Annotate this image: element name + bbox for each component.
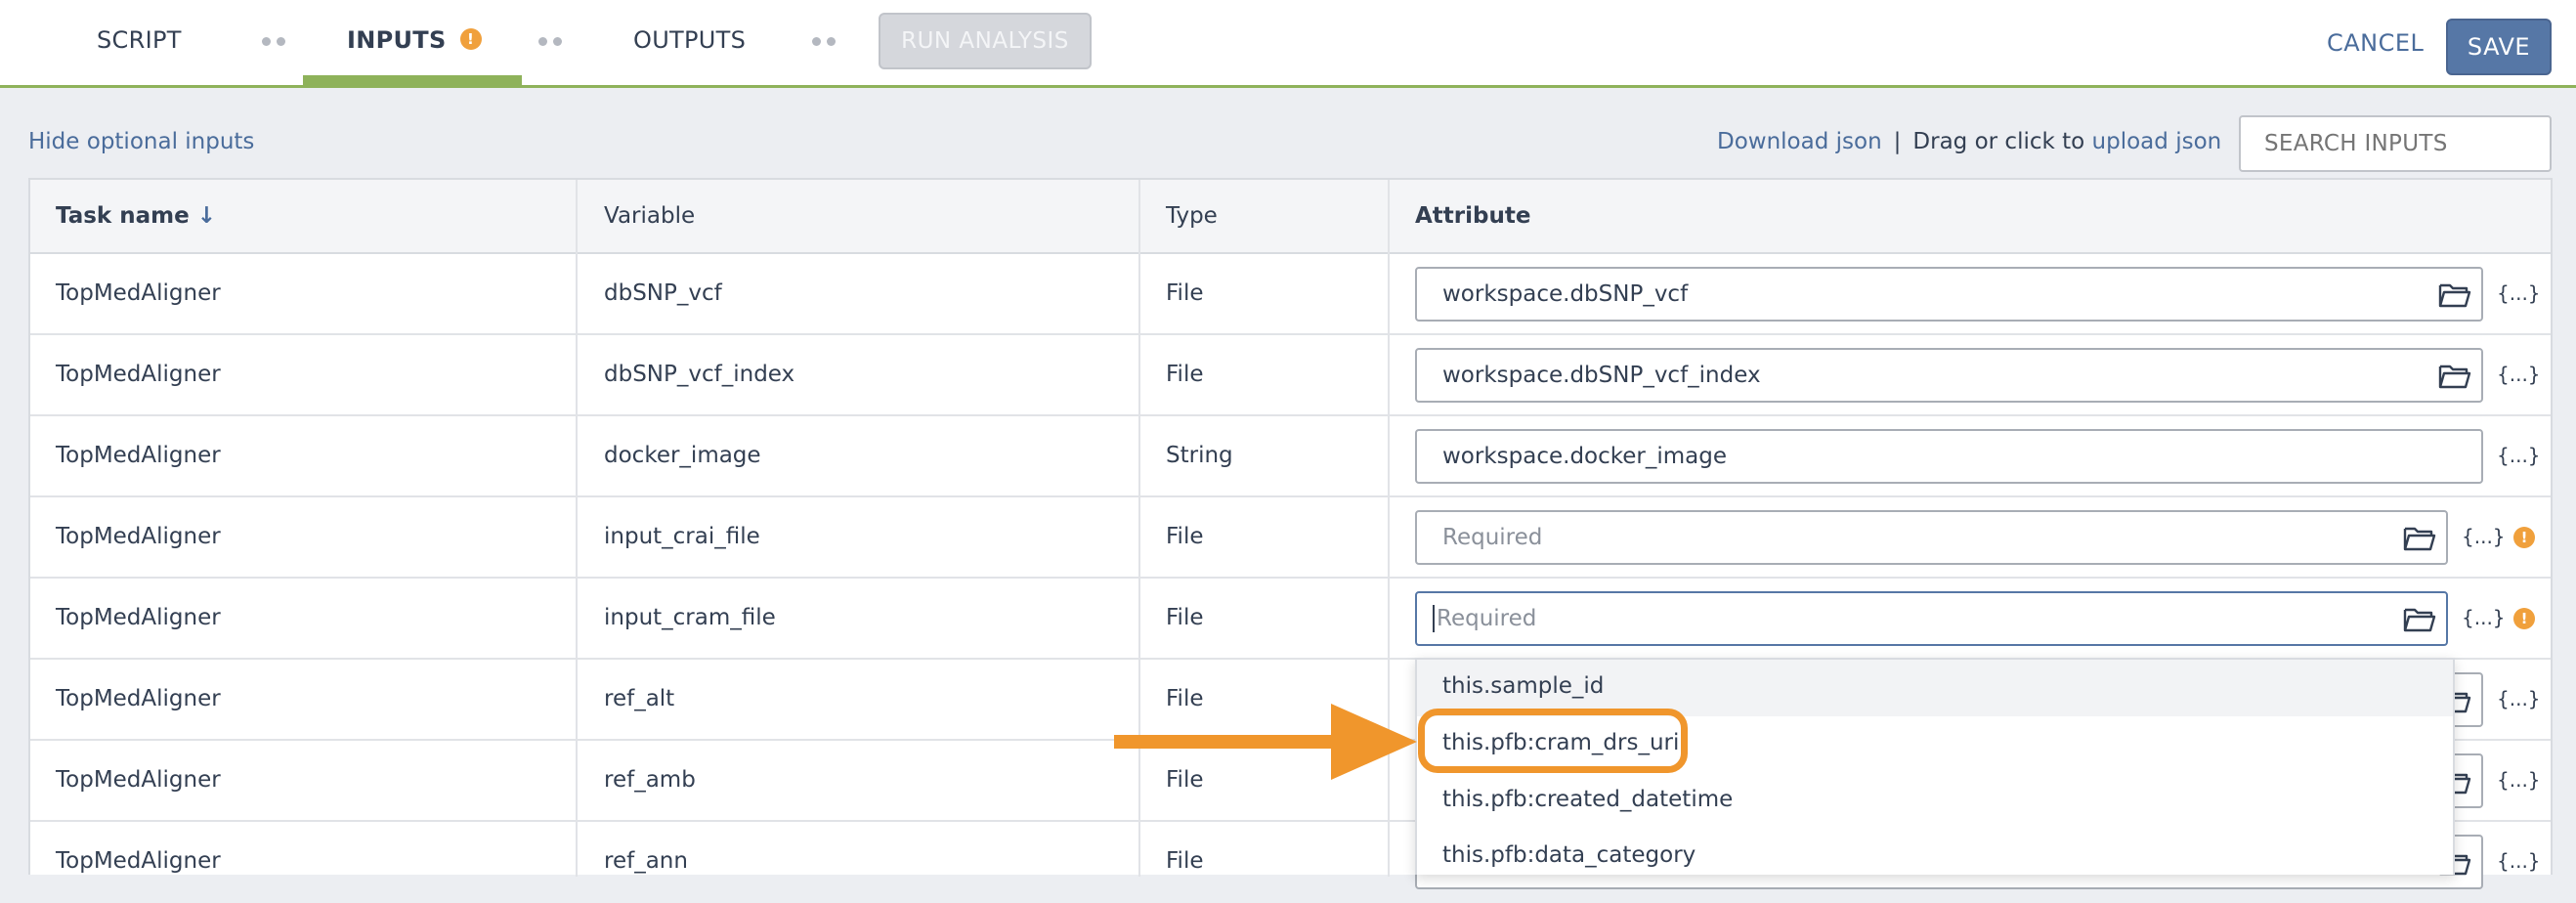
required-warning-icon: ! <box>2513 608 2535 629</box>
variable-cell: docker_image <box>604 443 761 468</box>
variable-cell: input_cram_file <box>604 605 776 630</box>
variable-cell: dbSNP_vcf <box>604 280 722 306</box>
expression-editor-icon[interactable]: {...} <box>2497 849 2541 873</box>
variable-cell: dbSNP_vcf_index <box>604 362 795 387</box>
expression-editor-icon[interactable]: {...} <box>2497 687 2541 710</box>
attribute-input[interactable]: workspace.dbSNP_vcf <box>1415 267 2483 322</box>
table-row: TopMedAligner input_crai_file File Requi… <box>30 497 2551 579</box>
tab-inputs-label: INPUTS <box>347 26 447 54</box>
sort-arrow-icon[interactable]: ↓ <box>197 203 216 229</box>
dropdown-option-sample-id[interactable]: this.sample_id <box>1442 673 1604 699</box>
run-analysis-button[interactable]: RUN ANALYSIS <box>879 13 1092 69</box>
hide-optional-inputs-link[interactable]: Hide optional inputs <box>28 129 254 154</box>
tab-inputs[interactable]: INPUTS ! <box>347 0 482 86</box>
task-name-cell: TopMedAligner <box>56 767 221 793</box>
expression-editor-icon[interactable]: {...} <box>2462 525 2506 548</box>
upload-prefix: Drag or click to <box>1912 129 2085 154</box>
type-cell: String <box>1166 443 1233 468</box>
folder-open-icon[interactable] <box>2438 362 2471 391</box>
header-type[interactable]: Type <box>1166 203 1218 229</box>
header-attribute: Attribute <box>1415 203 1531 229</box>
text-caret <box>1433 605 1435 632</box>
task-name-cell: TopMedAligner <box>56 686 221 711</box>
table-row: TopMedAligner docker_image String worksp… <box>30 416 2551 497</box>
json-actions: Download json | Drag or click to upload … <box>1717 129 2221 154</box>
folder-open-icon[interactable] <box>2403 605 2436 634</box>
header-task-name[interactable]: Task name ↓ <box>56 203 216 229</box>
expression-editor-icon[interactable]: {...} <box>2497 281 2541 305</box>
task-name-cell: TopMedAligner <box>56 524 221 549</box>
inputs-warning-icon: ! <box>459 28 482 50</box>
table-row: TopMedAligner dbSNP_vcf File workspace.d… <box>30 254 2551 335</box>
pointer-arrow-icon <box>1114 704 1417 780</box>
table-header: Task name ↓ Variable Type Attribute <box>30 180 2551 254</box>
type-cell: File <box>1166 605 1204 630</box>
expression-editor-icon[interactable]: {...} <box>2497 444 2541 467</box>
table-row: TopMedAligner dbSNP_vcf_index File works… <box>30 335 2551 416</box>
task-name-cell: TopMedAligner <box>56 443 221 468</box>
task-name-cell: TopMedAligner <box>56 605 221 630</box>
attribute-input[interactable]: workspace.dbSNP_vcf_index <box>1415 348 2483 403</box>
active-tab-indicator <box>303 75 522 86</box>
attribute-input[interactable]: Required <box>1415 510 2448 565</box>
tab-script-label: SCRIPT <box>97 26 182 54</box>
type-cell: File <box>1166 848 1204 874</box>
header-variable[interactable]: Variable <box>604 203 695 229</box>
expression-editor-icon[interactable]: {...} <box>2497 768 2541 792</box>
task-name-cell: TopMedAligner <box>56 848 221 874</box>
dropdown-option-created-datetime[interactable]: this.pfb:created_datetime <box>1442 787 1733 812</box>
variable-cell: ref_alt <box>604 686 675 711</box>
search-inputs-field[interactable] <box>2239 115 2552 172</box>
step-dots <box>538 37 562 46</box>
folder-open-icon[interactable] <box>2438 280 2471 310</box>
expression-editor-icon[interactable]: {...} <box>2497 363 2541 386</box>
highlight-ring <box>1418 709 1688 773</box>
variable-cell: ref_ann <box>604 848 688 874</box>
upload-json-link[interactable]: upload json <box>2092 129 2222 154</box>
cancel-button[interactable]: CANCEL <box>2327 29 2424 57</box>
top-bar: SCRIPT INPUTS ! OUTPUTS RUN ANALYSIS CAN… <box>0 0 2576 88</box>
type-cell: File <box>1166 524 1204 549</box>
task-name-cell: TopMedAligner <box>56 280 221 306</box>
tab-outputs[interactable]: OUTPUTS <box>633 0 746 86</box>
type-cell: File <box>1166 280 1204 306</box>
folder-open-icon[interactable] <box>2403 524 2436 553</box>
task-name-cell: TopMedAligner <box>56 362 221 387</box>
variable-cell: ref_amb <box>604 767 696 793</box>
download-json-link[interactable]: Download json <box>1717 129 1882 154</box>
step-dots <box>262 37 285 46</box>
step-dots <box>812 37 836 46</box>
save-button[interactable]: SAVE <box>2446 19 2552 75</box>
variable-cell: input_crai_file <box>604 524 760 549</box>
table-row: TopMedAligner input_cram_file File Requi… <box>30 579 2551 660</box>
dropdown-option-data-category[interactable]: this.pfb:data_category <box>1442 842 1696 868</box>
attribute-input[interactable]: workspace.docker_image <box>1415 429 2483 484</box>
tab-script[interactable]: SCRIPT <box>97 0 182 86</box>
separator: | <box>1893 129 1902 154</box>
attribute-input-focused[interactable]: Required <box>1415 591 2448 646</box>
required-warning-icon: ! <box>2513 527 2535 548</box>
tab-outputs-label: OUTPUTS <box>633 26 747 54</box>
expression-editor-icon[interactable]: {...} <box>2462 606 2506 629</box>
type-cell: File <box>1166 362 1204 387</box>
